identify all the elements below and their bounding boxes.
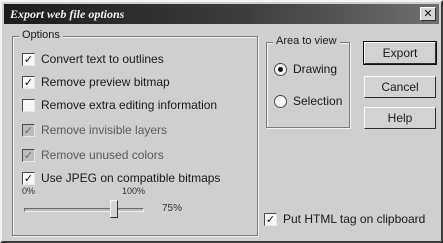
area-to-view-label: Area to view (273, 35, 340, 47)
options-group-label: Options (19, 29, 63, 41)
remove-editing-checkbox[interactable] (22, 98, 35, 112)
jpeg-quality-slider-thumb[interactable] (110, 200, 118, 218)
jpeg-quality-slider-track[interactable] (24, 208, 144, 212)
remove-invisible-layers-label: Remove invisible layers (41, 123, 168, 137)
selection-label: Selection (293, 94, 343, 108)
area-to-view-group: Area to view (266, 35, 350, 128)
quality-max-label: 100% (122, 186, 146, 196)
dialog-title: Export web file options (10, 7, 125, 21)
remove-preview-label: Remove preview bitmap (41, 75, 170, 89)
convert-text-checkbox[interactable]: ✓ (22, 52, 35, 66)
export-web-options-dialog: Export web file options ✕ Options ✓ Conv… (0, 0, 443, 243)
drawing-label: Drawing (293, 62, 338, 76)
radio-selection-row[interactable]: Selection (274, 92, 342, 110)
use-jpeg-label: Use JPEG on compatible bitmaps (41, 171, 221, 185)
title-bar[interactable]: Export web file options ✕ (4, 4, 439, 24)
remove-invisible-layers-checkbox: ✓ (22, 123, 35, 137)
radio-drawing-row[interactable]: Drawing (274, 60, 337, 78)
option-remove-invisible-layers: ✓ Remove invisible layers (22, 121, 167, 139)
option-remove-editing[interactable]: Remove extra editing information (22, 96, 217, 114)
option-remove-preview[interactable]: ✓ Remove preview bitmap (22, 73, 170, 91)
drawing-radio[interactable] (274, 62, 287, 76)
selection-radio[interactable] (274, 94, 287, 108)
put-html-tag-label: Put HTML tag on clipboard (283, 212, 426, 226)
option-remove-unused-colors: ✓ Remove unused colors (22, 146, 164, 164)
option-convert-text[interactable]: ✓ Convert text to outlines (22, 50, 164, 68)
option-use-jpeg[interactable]: ✓ Use JPEG on compatible bitmaps (22, 169, 220, 187)
close-button[interactable]: ✕ (420, 7, 436, 21)
help-button[interactable]: Help (364, 107, 436, 129)
quality-min-label: 0% (22, 186, 36, 196)
option-put-html-tag[interactable]: ✓ Put HTML tag on clipboard (264, 210, 425, 228)
remove-unused-colors-checkbox: ✓ (22, 148, 35, 162)
remove-unused-colors-label: Remove unused colors (41, 148, 164, 162)
remove-preview-checkbox[interactable]: ✓ (22, 75, 35, 89)
export-button[interactable]: Export (363, 41, 437, 65)
remove-editing-label: Remove extra editing information (41, 98, 218, 112)
quality-value-label: 75% (162, 203, 183, 214)
put-html-tag-checkbox[interactable]: ✓ (264, 212, 277, 226)
convert-text-label: Convert text to outlines (41, 52, 164, 66)
use-jpeg-checkbox[interactable]: ✓ (22, 171, 35, 185)
cancel-button[interactable]: Cancel (364, 76, 436, 98)
